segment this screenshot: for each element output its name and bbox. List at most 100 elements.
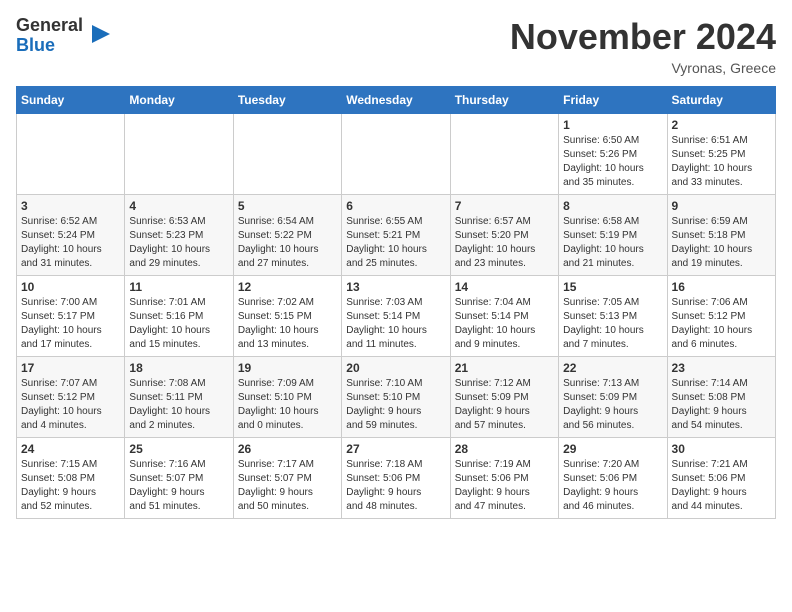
day-number: 24 bbox=[21, 442, 120, 456]
day-number: 21 bbox=[455, 361, 554, 375]
day-cell: 21 Sunrise: 7:12 AMSunset: 5:09 PMDayligh… bbox=[450, 357, 558, 438]
logo-arrow-icon bbox=[90, 23, 112, 45]
day-cell: 13 Sunrise: 7:03 AMSunset: 5:14 PMDayligh… bbox=[342, 276, 450, 357]
day-number: 14 bbox=[455, 280, 554, 294]
day-number: 3 bbox=[21, 199, 120, 213]
day-info: Sunrise: 7:20 AMSunset: 5:06 PMDaylight:… bbox=[563, 458, 662, 514]
day-cell: 30 Sunrise: 7:21 AMSunset: 5:06 PMDayligh… bbox=[667, 438, 775, 519]
day-cell: 11 Sunrise: 7:01 AMSunset: 5:16 PMDayligh… bbox=[125, 276, 233, 357]
day-cell: 23Sunrise: 7:14 AMSunset: 5:08 PMDayligh… bbox=[667, 357, 775, 438]
day-number: 15 bbox=[563, 280, 662, 294]
day-cell: 2Sunrise: 6:51 AMSunset: 5:25 PMDaylight… bbox=[667, 114, 775, 195]
day-cell bbox=[342, 114, 450, 195]
week-row-1: 3Sunrise: 6:52 AMSunset: 5:24 PMDaylight… bbox=[17, 195, 776, 276]
day-cell bbox=[450, 114, 558, 195]
title-block: November 2024 Vyronas, Greece bbox=[510, 16, 776, 76]
day-cell: 28 Sunrise: 7:19 AMSunset: 5:06 PMDayligh… bbox=[450, 438, 558, 519]
day-number: 28 bbox=[455, 442, 554, 456]
day-cell: 24 Sunrise: 7:15 AMSunset: 5:08 PMDayligh… bbox=[17, 438, 125, 519]
day-number: 5 bbox=[238, 199, 337, 213]
day-info: Sunrise: 7:13 AMSunset: 5:09 PMDaylight:… bbox=[563, 377, 662, 433]
day-cell: 7Sunrise: 6:57 AMSunset: 5:20 PMDaylight… bbox=[450, 195, 558, 276]
day-cell: 3Sunrise: 6:52 AMSunset: 5:24 PMDaylight… bbox=[17, 195, 125, 276]
logo-line2: Blue bbox=[16, 36, 83, 56]
day-cell: 10Sunrise: 7:00 AMSunset: 5:17 PMDayligh… bbox=[17, 276, 125, 357]
calendar-header-row: SundayMondayTuesdayWednesdayThursdayFrid… bbox=[17, 87, 776, 114]
day-cell: 26Sunrise: 7:17 AMSunset: 5:07 PMDayligh… bbox=[233, 438, 341, 519]
day-number: 12 bbox=[238, 280, 337, 294]
header-thursday: Thursday bbox=[450, 87, 558, 114]
day-info: Sunrise: 7:04 AMSunset: 5:14 PMDaylight:… bbox=[455, 296, 554, 352]
day-cell: 4 Sunrise: 6:53 AMSunset: 5:23 PMDaylight… bbox=[125, 195, 233, 276]
location: Vyronas, Greece bbox=[510, 60, 776, 76]
day-info: Sunrise: 6:59 AMSunset: 5:18 PMDaylight:… bbox=[672, 215, 771, 271]
day-cell: 18 Sunrise: 7:08 AMSunset: 5:11 PMDayligh… bbox=[125, 357, 233, 438]
logo: General Blue bbox=[16, 16, 112, 56]
day-cell: 17Sunrise: 7:07 AMSunset: 5:12 PMDayligh… bbox=[17, 357, 125, 438]
header-tuesday: Tuesday bbox=[233, 87, 341, 114]
day-number: 17 bbox=[21, 361, 120, 375]
week-row-2: 10Sunrise: 7:00 AMSunset: 5:17 PMDayligh… bbox=[17, 276, 776, 357]
day-number: 1 bbox=[563, 118, 662, 132]
header-saturday: Saturday bbox=[667, 87, 775, 114]
day-number: 22 bbox=[563, 361, 662, 375]
day-info: Sunrise: 6:55 AMSunset: 5:21 PMDaylight:… bbox=[346, 215, 445, 271]
day-number: 11 bbox=[129, 280, 228, 294]
day-info: Sunrise: 7:15 AMSunset: 5:08 PMDaylight:… bbox=[21, 458, 120, 514]
day-info: Sunrise: 6:58 AMSunset: 5:19 PMDaylight:… bbox=[563, 215, 662, 271]
day-cell: 6Sunrise: 6:55 AMSunset: 5:21 PMDaylight… bbox=[342, 195, 450, 276]
day-number: 13 bbox=[346, 280, 445, 294]
day-cell: 14 Sunrise: 7:04 AMSunset: 5:14 PMDayligh… bbox=[450, 276, 558, 357]
day-number: 23 bbox=[672, 361, 771, 375]
calendar-table: SundayMondayTuesdayWednesdayThursdayFrid… bbox=[16, 86, 776, 519]
day-info: Sunrise: 7:10 AMSunset: 5:10 PMDaylight:… bbox=[346, 377, 445, 433]
day-info: Sunrise: 7:21 AMSunset: 5:06 PMDaylight:… bbox=[672, 458, 771, 514]
day-number: 20 bbox=[346, 361, 445, 375]
day-number: 18 bbox=[129, 361, 228, 375]
day-number: 16 bbox=[672, 280, 771, 294]
day-info: Sunrise: 7:12 AMSunset: 5:09 PMDaylight:… bbox=[455, 377, 554, 433]
day-info: Sunrise: 6:50 AMSunset: 5:26 PMDaylight:… bbox=[563, 134, 662, 190]
day-cell: 27 Sunrise: 7:18 AMSunset: 5:06 PMDayligh… bbox=[342, 438, 450, 519]
page-header: General Blue November 2024 Vyronas, Gree… bbox=[16, 16, 776, 76]
day-info: Sunrise: 7:02 AMSunset: 5:15 PMDaylight:… bbox=[238, 296, 337, 352]
day-cell bbox=[233, 114, 341, 195]
day-cell: 9Sunrise: 6:59 AMSunset: 5:18 PMDaylight… bbox=[667, 195, 775, 276]
day-info: Sunrise: 7:00 AMSunset: 5:17 PMDaylight:… bbox=[21, 296, 120, 352]
logo-line1: General bbox=[16, 16, 83, 36]
day-cell: 19 Sunrise: 7:09 AMSunset: 5:10 PMDayligh… bbox=[233, 357, 341, 438]
week-row-0: 1 Sunrise: 6:50 AMSunset: 5:26 PMDaylight… bbox=[17, 114, 776, 195]
day-info: Sunrise: 7:09 AMSunset: 5:10 PMDaylight:… bbox=[238, 377, 337, 433]
day-cell bbox=[125, 114, 233, 195]
header-monday: Monday bbox=[125, 87, 233, 114]
day-info: Sunrise: 7:08 AMSunset: 5:11 PMDaylight:… bbox=[129, 377, 228, 433]
day-info: Sunrise: 7:06 AMSunset: 5:12 PMDaylight:… bbox=[672, 296, 771, 352]
day-number: 19 bbox=[238, 361, 337, 375]
day-info: Sunrise: 7:03 AMSunset: 5:14 PMDaylight:… bbox=[346, 296, 445, 352]
day-cell: 8Sunrise: 6:58 AMSunset: 5:19 PMDaylight… bbox=[559, 195, 667, 276]
day-info: Sunrise: 7:01 AMSunset: 5:16 PMDaylight:… bbox=[129, 296, 228, 352]
day-cell: 29 Sunrise: 7:20 AMSunset: 5:06 PMDayligh… bbox=[559, 438, 667, 519]
day-number: 30 bbox=[672, 442, 771, 456]
day-cell: 12 Sunrise: 7:02 AMSunset: 5:15 PMDayligh… bbox=[233, 276, 341, 357]
day-number: 27 bbox=[346, 442, 445, 456]
day-info: Sunrise: 7:17 AMSunset: 5:07 PMDaylight:… bbox=[238, 458, 337, 514]
day-cell: 25Sunrise: 7:16 AMSunset: 5:07 PMDayligh… bbox=[125, 438, 233, 519]
day-info: Sunrise: 7:05 AMSunset: 5:13 PMDaylight:… bbox=[563, 296, 662, 352]
day-number: 25 bbox=[129, 442, 228, 456]
header-sunday: Sunday bbox=[17, 87, 125, 114]
day-cell: 15 Sunrise: 7:05 AMSunset: 5:13 PMDayligh… bbox=[559, 276, 667, 357]
day-info: Sunrise: 7:18 AMSunset: 5:06 PMDaylight:… bbox=[346, 458, 445, 514]
day-number: 4 bbox=[129, 199, 228, 213]
header-wednesday: Wednesday bbox=[342, 87, 450, 114]
week-row-3: 17Sunrise: 7:07 AMSunset: 5:12 PMDayligh… bbox=[17, 357, 776, 438]
day-info: Sunrise: 7:19 AMSunset: 5:06 PMDaylight:… bbox=[455, 458, 554, 514]
day-cell: 22 Sunrise: 7:13 AMSunset: 5:09 PMDayligh… bbox=[559, 357, 667, 438]
day-info: Sunrise: 6:54 AMSunset: 5:22 PMDaylight:… bbox=[238, 215, 337, 271]
day-cell: 1 Sunrise: 6:50 AMSunset: 5:26 PMDaylight… bbox=[559, 114, 667, 195]
day-number: 29 bbox=[563, 442, 662, 456]
month-title: November 2024 bbox=[510, 16, 776, 58]
day-cell: 16 Sunrise: 7:06 AMSunset: 5:12 PMDayligh… bbox=[667, 276, 775, 357]
day-number: 7 bbox=[455, 199, 554, 213]
day-info: Sunrise: 6:53 AMSunset: 5:23 PMDaylight:… bbox=[129, 215, 228, 271]
